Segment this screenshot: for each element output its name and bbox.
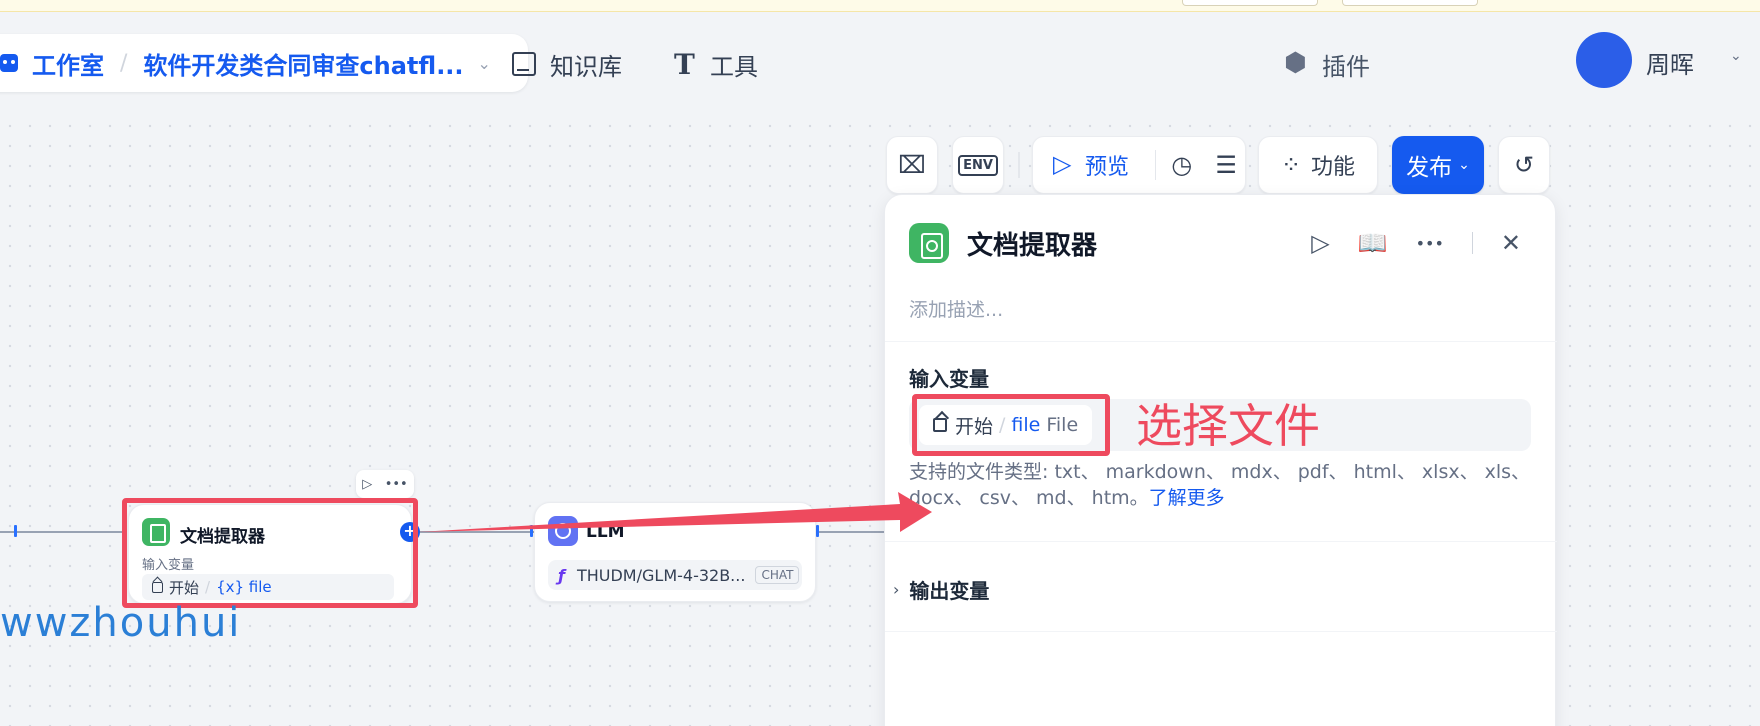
nav-tools-label: 工具 — [710, 52, 758, 81]
divider — [885, 341, 1557, 342]
watermark: wwzhouhui — [0, 600, 242, 646]
user-name[interactable]: 周晖 — [1646, 45, 1694, 80]
chevron-down-icon[interactable]: ⌄ — [478, 54, 491, 73]
nav-plugins[interactable]: 插件 — [1284, 42, 1370, 86]
robot-icon — [0, 54, 18, 72]
nav-plugins-label: 插件 — [1322, 52, 1370, 81]
llm-model-chip: ƒ THUDM/GLM-4-32B... CHAT — [548, 560, 802, 590]
supported-types-text: 支持的文件类型: txt、 markdown、 mdx、 pdf、 html、 … — [909, 459, 1535, 511]
breadcrumb-app-name[interactable]: 软件开发类合同审查chatfl... — [143, 46, 463, 81]
panel-actions: ▷ 📖 ••• ✕ — [1311, 229, 1521, 257]
strip-button[interactable] — [1342, 0, 1478, 6]
panel-header: 文档提取器 — [909, 223, 1097, 263]
notification-strip — [0, 0, 1760, 12]
toolbar-divider — [1018, 152, 1020, 178]
chevron-right-icon: › — [893, 580, 900, 599]
run-step-icon[interactable]: ▷ — [1311, 229, 1329, 257]
edge-start-extractor — [0, 531, 124, 533]
docs-icon[interactable]: 📖 — [1358, 229, 1388, 257]
node-handle[interactable] — [816, 525, 819, 537]
input-section-title: 输入变量 — [909, 367, 989, 391]
model-provider-icon: ƒ — [558, 565, 565, 585]
variable-inspect-button[interactable]: ⌧ — [886, 136, 938, 194]
env-icon: ENV — [958, 154, 998, 176]
nav-tools[interactable]: 工具 — [672, 42, 758, 86]
features-button[interactable]: ⁘ 功能 — [1258, 136, 1378, 194]
preview-label: 预览 — [1085, 155, 1130, 180]
node-handle[interactable] — [530, 525, 533, 537]
env-button[interactable]: ENV — [952, 136, 1004, 194]
cube-icon — [1284, 48, 1308, 78]
preview-group: 预览 ◷ ☰ — [1032, 136, 1246, 194]
highlight-box-input — [912, 394, 1110, 456]
mode-badge: CHAT — [755, 566, 800, 584]
version-history-button[interactable]: ↺ — [1498, 136, 1550, 194]
checklist-icon[interactable]: ☰ — [1207, 151, 1245, 179]
chevron-down-icon: ⌄ — [1458, 157, 1470, 173]
llm-node-title: LLM — [586, 522, 625, 542]
play-icon[interactable]: ▷ — [362, 477, 372, 492]
run-history-icon[interactable]: ◷ — [1156, 151, 1207, 179]
play-icon — [1053, 150, 1071, 178]
llm-icon — [548, 516, 578, 546]
edge-llm-next — [818, 531, 888, 533]
output-section-toggle[interactable]: › 输出变量 — [893, 575, 989, 604]
publish-button[interactable]: 发布 ⌄ — [1392, 136, 1484, 194]
node-properties-panel: 文档提取器 ▷ 📖 ••• ✕ 添加描述... 输入变量 开始 / file F… — [884, 194, 1557, 726]
message-x-icon: ⌧ — [898, 151, 926, 179]
features-icon: ⁘ — [1280, 151, 1302, 179]
divider — [885, 631, 1557, 632]
node-handle[interactable] — [14, 525, 17, 537]
publish-label: 发布 — [1406, 155, 1453, 181]
chevron-down-icon[interactable]: ⌄ — [1730, 48, 1742, 64]
preview-button[interactable]: 预览 — [1033, 149, 1155, 181]
app-header: 工作室 / 软件开发类合同审查chatfl... ⌄ 知识库 工具 插件 周晖 … — [0, 12, 1760, 116]
highlight-box-node — [122, 498, 418, 608]
nav-knowledge[interactable]: 知识库 — [512, 42, 622, 86]
divider — [1471, 232, 1473, 254]
document-icon — [909, 223, 949, 263]
features-label: 功能 — [1311, 155, 1356, 180]
output-section-title: 输出变量 — [909, 579, 990, 603]
close-icon[interactable]: ✕ — [1501, 229, 1521, 257]
divider — [885, 541, 1557, 542]
strip-button[interactable] — [1182, 0, 1318, 6]
breadcrumb-studio[interactable]: 工作室 — [32, 46, 104, 81]
more-icon[interactable]: ••• — [385, 477, 408, 492]
learn-more-link[interactable]: 了解更多 — [1149, 487, 1225, 509]
annotation-text: 选择文件 — [1136, 399, 1320, 453]
book-icon — [512, 52, 536, 76]
description-input[interactable]: 添加描述... — [909, 295, 1003, 322]
history-icon: ↺ — [1513, 151, 1535, 179]
panel-title[interactable]: 文档提取器 — [967, 225, 1097, 262]
llm-model-name: THUDM/GLM-4-32B... — [576, 565, 746, 585]
edge-extractor-llm — [418, 531, 534, 533]
breadcrumb-separator: / — [120, 50, 128, 76]
avatar[interactable] — [1576, 32, 1632, 88]
more-icon[interactable]: ••• — [1416, 234, 1444, 253]
node-mini-toolbar: ▷ ••• — [356, 470, 414, 498]
tool-icon — [672, 48, 696, 81]
breadcrumb: 工作室 / 软件开发类合同审查chatfl... ⌄ — [0, 34, 528, 92]
nav-knowledge-label: 知识库 — [550, 52, 622, 81]
